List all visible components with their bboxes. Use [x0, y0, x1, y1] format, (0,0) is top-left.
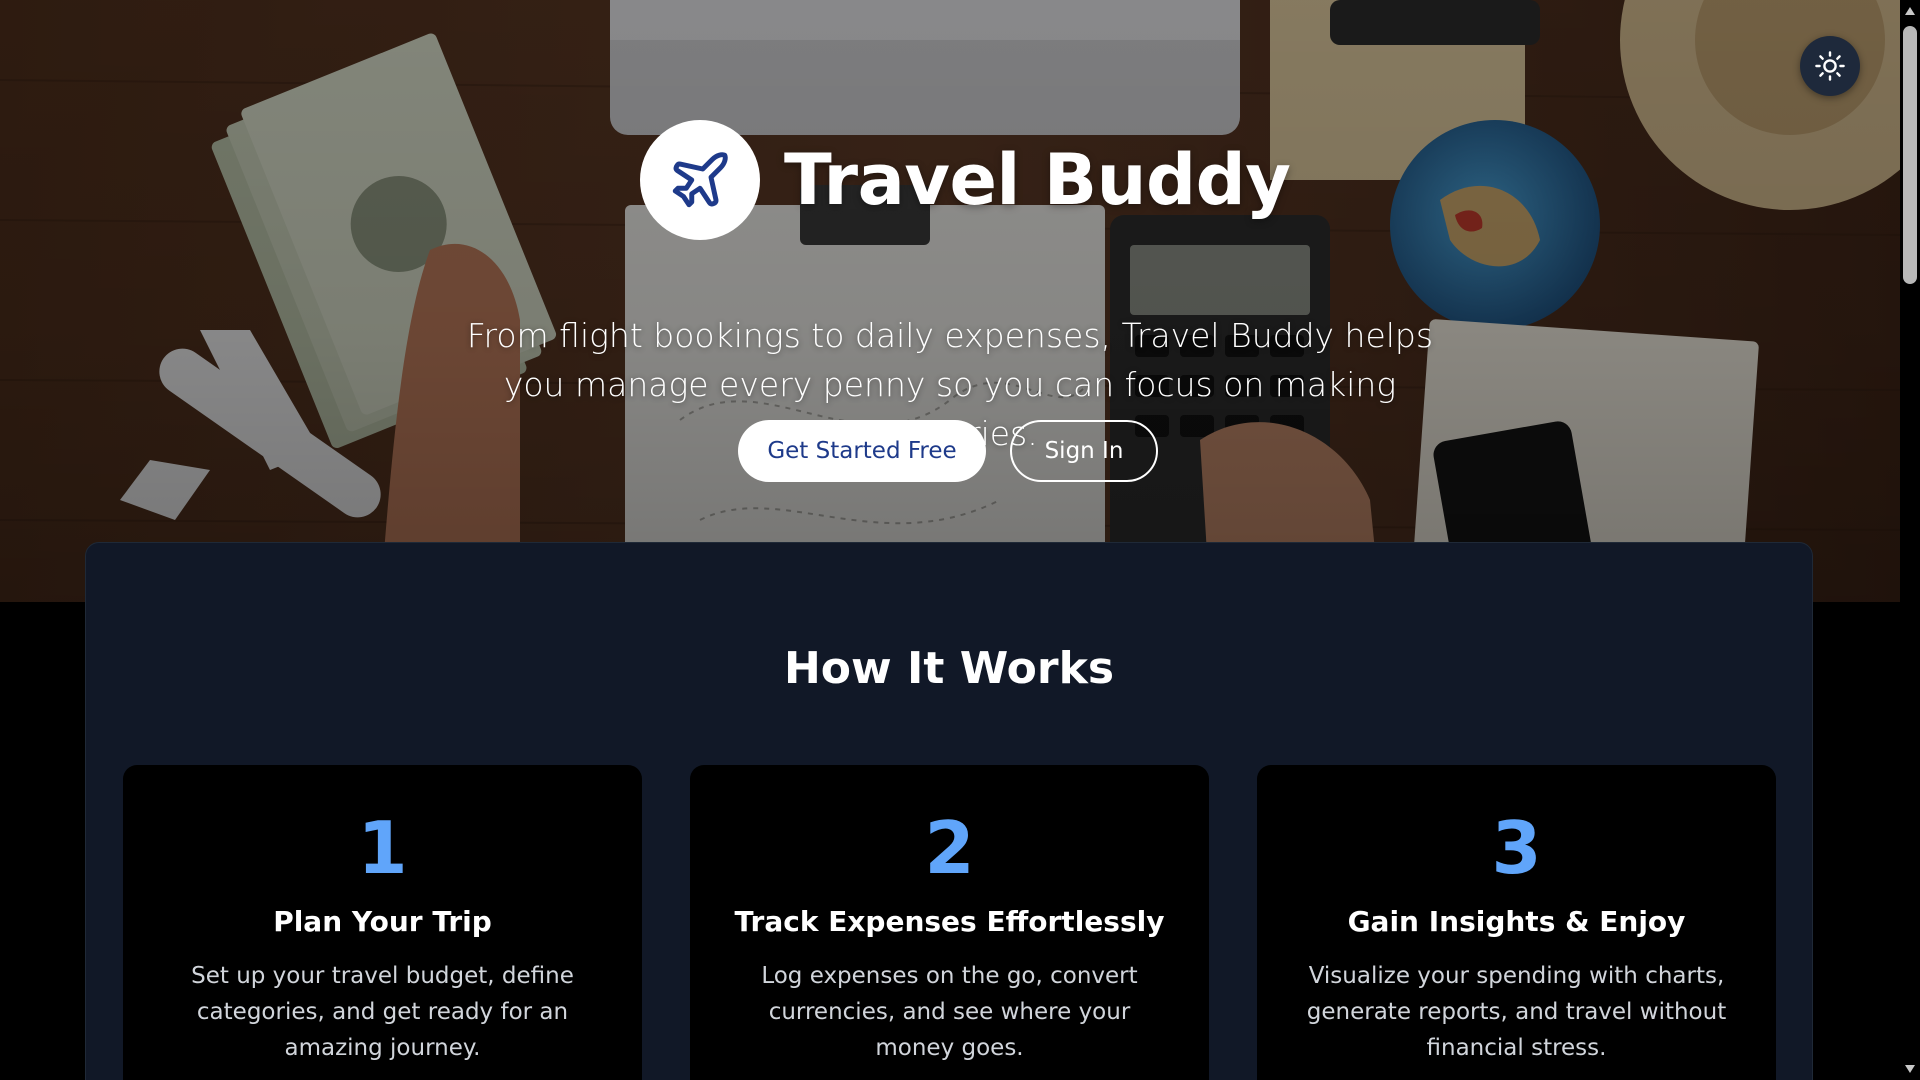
section-title: How It Works — [783, 643, 1115, 694]
airplane-icon — [672, 152, 728, 208]
sun-icon — [1815, 51, 1845, 81]
triangle-up-icon — [1905, 7, 1915, 15]
scrollbar-thumb[interactable] — [1903, 26, 1917, 284]
step-title: Plan Your Trip — [273, 905, 492, 938]
step-description: Visualize your spending with charts, gen… — [1306, 963, 1727, 1061]
brand-header: Travel Buddy — [640, 120, 1291, 240]
scroll-down-arrow[interactable] — [1904, 1062, 1916, 1076]
hero-overlay — [0, 0, 1900, 602]
step-number: 2 — [924, 806, 975, 890]
how-it-works-section: How It Works 1 Plan Your Trip Set up you… — [85, 542, 1813, 1080]
sign-in-button[interactable]: Sign In — [1010, 420, 1158, 482]
step-number: 1 — [357, 806, 408, 890]
brand-logo — [640, 120, 760, 240]
step-description: Log expenses on the go, convert currenci… — [761, 963, 1138, 1061]
app-title: Travel Buddy — [784, 139, 1291, 221]
page-scrollbar[interactable] — [1900, 0, 1920, 1080]
step-title: Gain Insights & Enjoy — [1347, 905, 1686, 938]
step-card-plan: 1 Plan Your Trip Set up your travel budg… — [123, 765, 642, 1080]
step-number: 3 — [1491, 806, 1542, 890]
step-card-insights: 3 Gain Insights & Enjoy Visualize your s… — [1257, 765, 1776, 1080]
hero-section — [0, 0, 1900, 602]
step-card-track: 2 Track Expenses Effortlessly Log expens… — [690, 765, 1209, 1080]
scroll-up-arrow[interactable] — [1904, 4, 1916, 18]
get-started-button[interactable]: Get Started Free — [738, 420, 986, 482]
triangle-down-icon — [1905, 1065, 1915, 1073]
step-title: Track Expenses Effortlessly — [734, 905, 1165, 938]
theme-toggle-button[interactable] — [1800, 36, 1860, 96]
landing-page: Travel Buddy From flight bookings to dai… — [0, 0, 1920, 1080]
step-description: Set up your travel budget, define catego… — [191, 963, 574, 1061]
